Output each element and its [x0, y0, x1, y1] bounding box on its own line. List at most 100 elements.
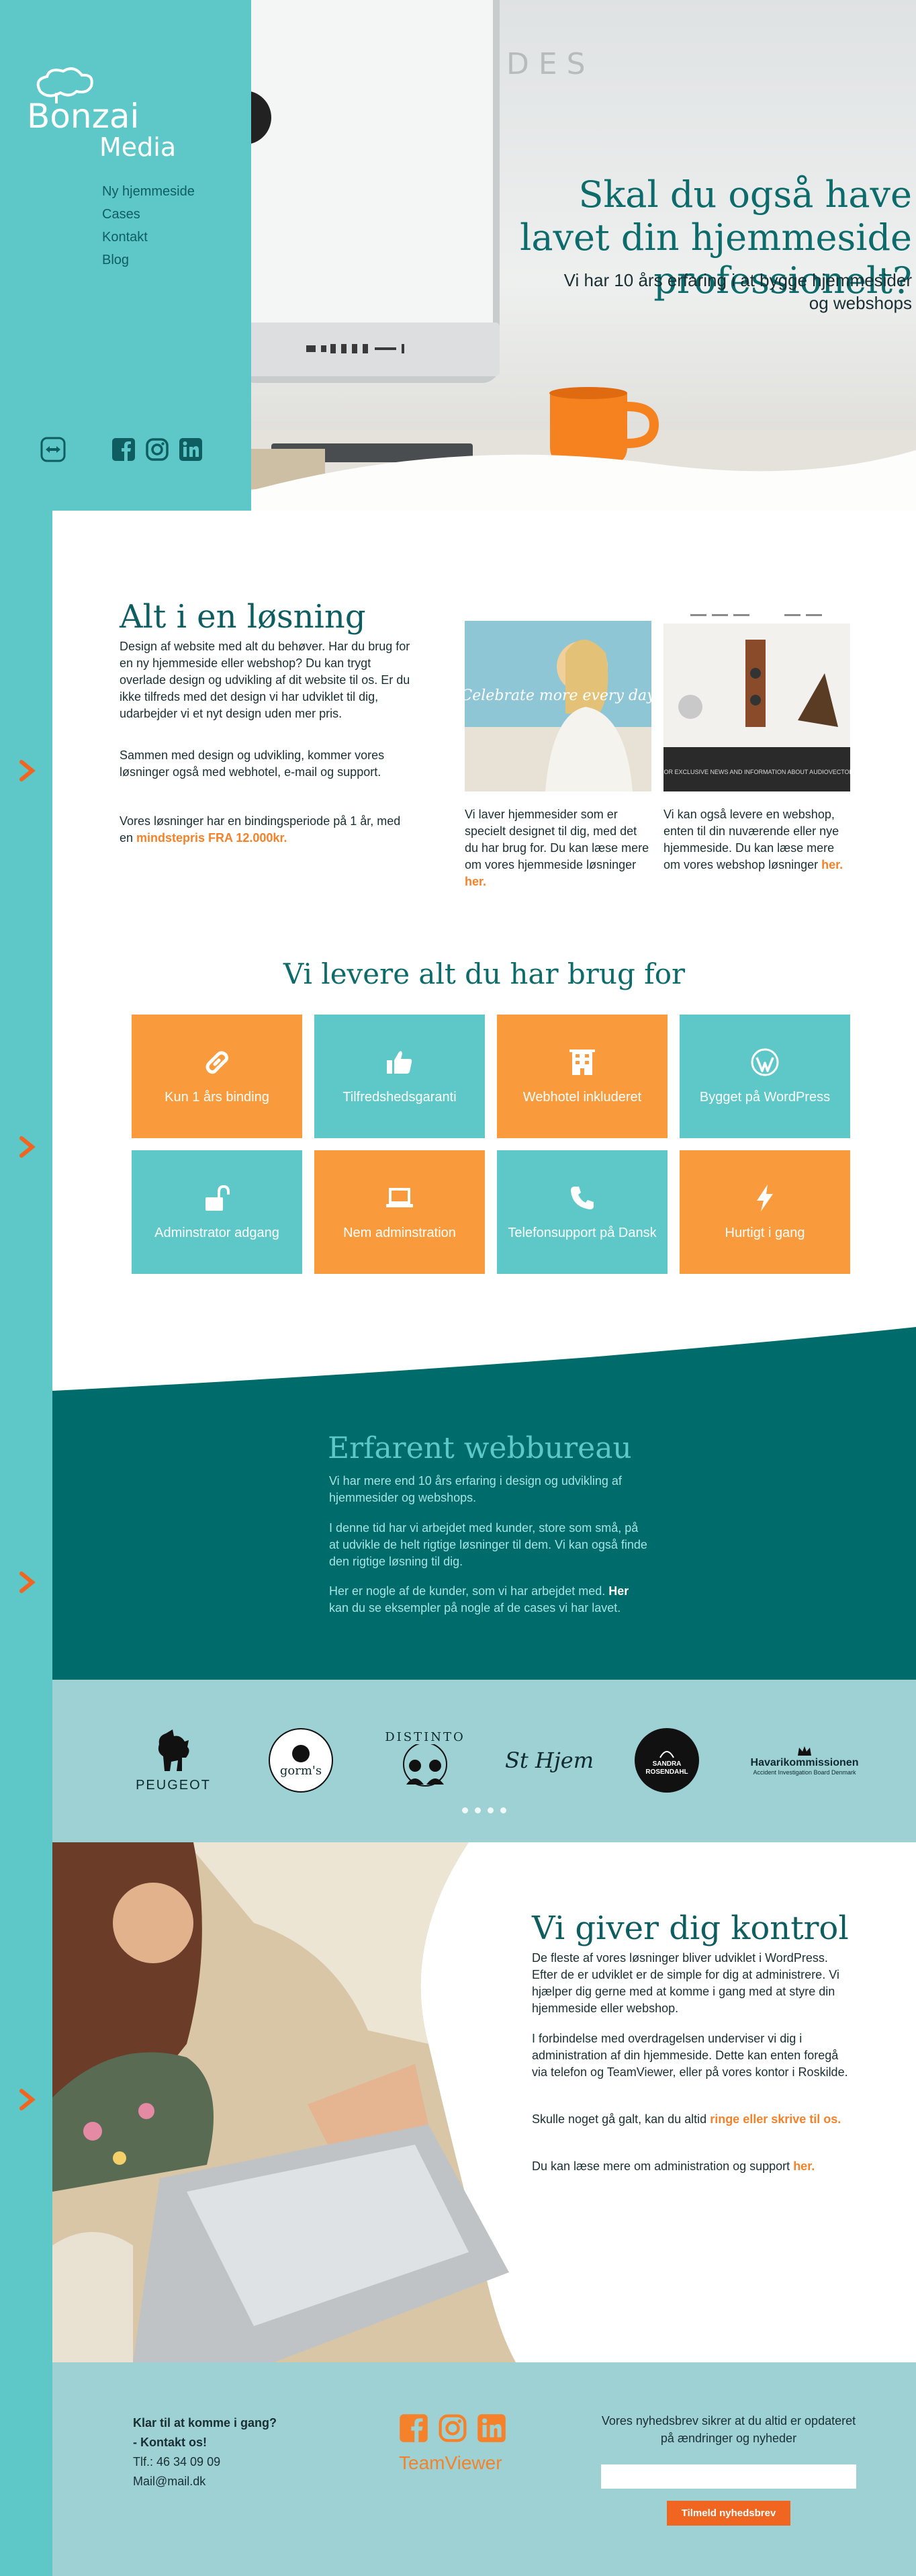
client-gorms[interactable]: gorm's	[267, 1723, 334, 1797]
control-title: Vi giver dig kontrol	[532, 1909, 849, 1947]
experience-paragraph: Vi har mere end 10 års erfaring i design…	[329, 1474, 622, 1504]
unlock-icon	[205, 1185, 230, 1211]
section-experience: Erfarent webbureau Vi har mere end 10 år…	[52, 1303, 916, 1680]
linkedin-icon[interactable]	[477, 2413, 506, 2443]
footer-email[interactable]: Mail@mail.dk	[133, 2472, 277, 2491]
feature-quick-start[interactable]: Hurtigt i gang	[680, 1150, 850, 1274]
teamviewer-icon[interactable]	[40, 437, 66, 462]
feature-phone-support[interactable]: Telefonsupport på Dansk	[497, 1150, 668, 1274]
chevron-right-icon[interactable]	[16, 759, 39, 782]
newsletter-text: Vores nyhedsbrev sikrer at du altid er o…	[601, 2414, 856, 2445]
server-icon	[569, 1049, 595, 1075]
case-image-lifestyle[interactable]: Celebrate more every day	[465, 606, 651, 791]
section-control: Vi giver dig kontrol De fleste af vores …	[52, 1842, 916, 2362]
control-paragraph: Du kan læse mere om administration og su…	[532, 2159, 815, 2173]
feature-label: Adminstrator adgang	[154, 1226, 279, 1240]
hero-subtitle: Vi har 10 års erfaring i at bygge hjemme…	[563, 270, 912, 313]
cases-link[interactable]: Her	[608, 1584, 629, 1598]
sidebar-social	[40, 437, 203, 462]
caption-hjemmeside: Vi laver hjemmesider som er specielt des…	[465, 808, 649, 888]
feature-guarantee[interactable]: Tilfredshedsgaranti	[314, 1015, 485, 1138]
carousel-dot[interactable]	[475, 1807, 481, 1813]
image-a-text: Celebrate more every day	[465, 687, 651, 704]
carousel-dot[interactable]	[488, 1807, 494, 1813]
chevron-right-icon[interactable]	[16, 1135, 39, 1158]
teamviewer-link[interactable]: TeamViewer	[399, 2452, 502, 2474]
main-nav: Ny hjemmeside Cases Kontakt Blog	[102, 180, 195, 271]
phone-icon	[571, 1187, 594, 1209]
newsletter-email-input[interactable]	[601, 2464, 856, 2489]
footer-heading: Klar til at komme i gang?	[133, 2416, 277, 2430]
instagram-icon[interactable]	[438, 2413, 467, 2443]
feature-binding[interactable]: Kun 1 års binding	[132, 1015, 302, 1138]
client-distinto[interactable]: DISTINTO	[368, 1723, 482, 1797]
experience-title: Erfarent webbureau	[328, 1431, 632, 1465]
feature-label: Telefonsupport på Dansk	[508, 1226, 657, 1240]
feature-wordpress[interactable]: Bygget på WordPress	[680, 1015, 850, 1138]
brand-logo[interactable]: Bonzai Media	[27, 97, 177, 163]
experience-paragraph: Her er nogle af de kunder, som vi har ar…	[329, 1584, 629, 1615]
price-highlight: mindstepris FRA 12.000kr.	[136, 831, 287, 845]
section-paragraph: Sammen med design og udvikling, kommer v…	[120, 748, 385, 779]
feature-grid: Kun 1 års binding Tilfredshedsgaranti We…	[132, 1015, 850, 1274]
nav-item-blog[interactable]: Blog	[102, 249, 195, 271]
sandra-emblem-icon	[659, 1751, 674, 1758]
hjemmeside-link[interactable]: her.	[465, 875, 486, 888]
wordpress-icon	[751, 1048, 779, 1076]
link-icon	[205, 1051, 229, 1074]
feature-easy-admin[interactable]: Nem adminstration	[314, 1150, 485, 1274]
crown-icon	[798, 1746, 811, 1756]
newsletter-subscribe-button[interactable]: Tilmeld nyhedsbrev	[666, 2501, 791, 2526]
client-logos: PEUGEOT gorm's DISTINTO St Hjem SANDRA R…	[52, 1680, 916, 1842]
feature-label: Nem adminstration	[343, 1226, 456, 1240]
feature-label: Kun 1 års binding	[165, 1090, 269, 1105]
footer: Klar til at komme i gang? - Kontakt os! …	[52, 2362, 916, 2576]
footer-social	[399, 2413, 506, 2443]
carousel-dots	[52, 1807, 916, 1813]
client-peugeot[interactable]: PEUGEOT	[126, 1723, 220, 1797]
feature-webhotel[interactable]: Webhotel inkluderet	[497, 1015, 668, 1138]
case-image-audiovector[interactable]: FOR EXCLUSIVE NEWS AND INFORMATION ABOUT…	[663, 606, 850, 791]
section-title: Alt i en løsning	[120, 598, 366, 636]
brand-subname: Media	[99, 132, 177, 162]
footer-contact-link[interactable]: - Kontakt os!	[133, 2433, 277, 2452]
nav-item-kontakt[interactable]: Kontakt	[102, 226, 195, 249]
laptop-photo	[52, 1842, 522, 2362]
footer-contact: Klar til at komme i gang? - Kontakt os! …	[133, 2413, 277, 2491]
instagram-icon[interactable]	[145, 437, 169, 462]
chevron-right-icon[interactable]	[16, 1571, 39, 1594]
control-paragraph: De fleste af vores løsninger bliver udvi…	[532, 1951, 839, 2015]
facebook-icon[interactable]	[399, 2413, 428, 2443]
distinto-emblem-icon	[403, 1744, 447, 1787]
feature-label: Tilfredshedsgaranti	[342, 1090, 457, 1105]
linkedin-icon[interactable]	[179, 437, 203, 462]
caption-webshop: Vi kan også levere en webshop, enten til…	[663, 808, 843, 871]
facebook-icon[interactable]	[111, 437, 136, 462]
footer-phone: Tlf.: 46 34 09 09	[133, 2455, 221, 2468]
section-paragraph: Design af website med alt du behøver. Ha…	[120, 640, 410, 720]
client-havarikommissionen[interactable]: Havarikommissionen Accident Investigatio…	[724, 1723, 885, 1797]
nav-item-cases[interactable]: Cases	[102, 203, 195, 226]
sidebar: Bonzai Media Ny hjemmeside Cases Kontakt…	[0, 0, 251, 511]
feature-label: Bygget på WordPress	[699, 1090, 831, 1105]
chevron-right-icon[interactable]	[16, 2088, 39, 2111]
feature-admin-access[interactable]: Adminstrator adgang	[132, 1150, 302, 1274]
control-paragraph: I forbindelse med overdragelsen undervis…	[532, 2032, 848, 2079]
laptop-icon	[386, 1188, 413, 1207]
brand-name: Bonzai	[27, 97, 140, 136]
nav-item-ny-hjemmeside[interactable]: Ny hjemmeside	[102, 180, 195, 203]
section-paragraph: Vores løsninger har en bindingsperiode p…	[120, 814, 401, 845]
client-sandra-rosendahl[interactable]: SANDRA ROSENDAHL	[630, 1723, 704, 1797]
carousel-dot[interactable]	[462, 1807, 468, 1813]
peugeot-lion-icon	[158, 1729, 189, 1771]
support-link[interactable]: her.	[793, 2159, 815, 2173]
client-st-hjem[interactable]: St Hjem	[496, 1723, 603, 1797]
webshop-link[interactable]: her.	[821, 858, 843, 871]
image-b-text: FOR EXCLUSIVE NEWS AND INFORMATION ABOUT…	[663, 769, 850, 775]
thumbs-up-icon	[387, 1051, 412, 1074]
newsletter: Vores nyhedsbrev sikrer at du altid er o…	[598, 2412, 860, 2526]
features-title: Vi levere alt du har brug for	[283, 957, 686, 990]
hero: D E S Skal du også have lavet din hjemme…	[251, 0, 916, 511]
carousel-dot[interactable]	[500, 1807, 506, 1813]
contact-us-link[interactable]: ringe eller skrive til os.	[710, 2112, 841, 2126]
